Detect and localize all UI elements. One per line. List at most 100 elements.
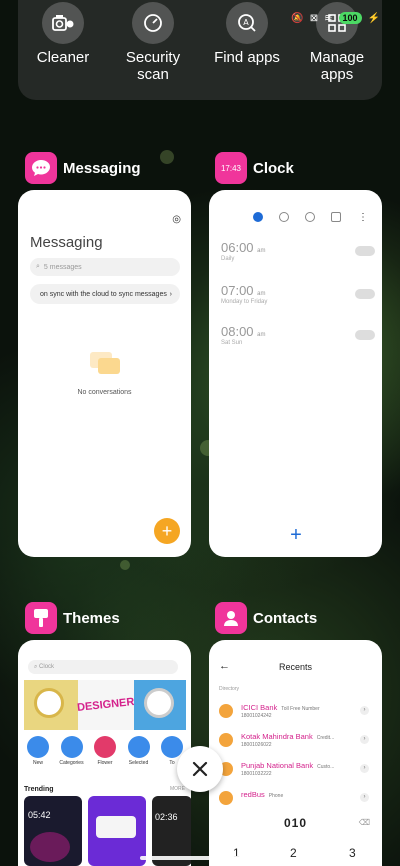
- alarm-suffix: am: [257, 248, 266, 254]
- alarm-toggle[interactable]: [355, 246, 375, 256]
- more-link[interactable]: MORE: [170, 786, 185, 792]
- category-label: Selected: [128, 760, 149, 766]
- contact-row[interactable]: redBus Phone ›: [219, 789, 369, 809]
- messaging-search-input[interactable]: ⌕ 5 messages: [30, 258, 180, 276]
- alarm-time: 08:00: [221, 324, 254, 339]
- contact-number: 18001024242: [241, 713, 272, 719]
- clock-app-header[interactable]: 17:43 Clock: [215, 152, 294, 184]
- close-icon: [192, 761, 208, 777]
- alarm-toggle[interactable]: [355, 330, 375, 340]
- search-icon: ⌕: [36, 263, 40, 270]
- themes-app-card[interactable]: ⌕ Clock DESIGNER New Categories Flower S…: [18, 640, 191, 866]
- messaging-app-name: Messaging: [63, 159, 141, 177]
- world-clock-tab-icon[interactable]: [279, 212, 289, 222]
- banner-clock-left: [24, 680, 78, 730]
- contact-number: 18001032222: [241, 771, 272, 777]
- chevron-right-icon[interactable]: ›: [360, 793, 369, 802]
- contacts-app-header[interactable]: Contacts: [215, 602, 317, 634]
- dial-key[interactable]: 3: [349, 846, 356, 860]
- new-message-button[interactable]: +: [154, 518, 180, 544]
- contact-name: ICICI Bank: [241, 703, 278, 712]
- security-scan-button[interactable]: Security scan: [108, 2, 198, 83]
- timer-tab-icon[interactable]: [331, 212, 341, 222]
- category-selected[interactable]: Selected: [123, 736, 155, 766]
- alarm-repeat: Monday to Friday: [221, 299, 268, 305]
- thumb-time: 02:36: [155, 812, 178, 822]
- find-apps-button[interactable]: A Find apps: [202, 2, 292, 66]
- dial-key[interactable]: 2: [290, 846, 297, 860]
- directory-label: Directory: [219, 686, 240, 692]
- clear-all-button[interactable]: [177, 746, 223, 792]
- cleaner-button[interactable]: Cleaner: [18, 2, 108, 66]
- themes-search-placeholder: Clock: [39, 664, 55, 670]
- alarm-time: 07:00: [221, 283, 254, 298]
- messaging-app-card[interactable]: ◎ Messaging ⌕ 5 messages on sync with th…: [18, 190, 191, 557]
- theme-thumbnail[interactable]: [88, 796, 146, 866]
- alarm-item[interactable]: 08:00 am Sat Sun: [221, 324, 375, 346]
- alarm-item[interactable]: 06:00 am Daily: [221, 240, 375, 262]
- battery-indicator: 100: [338, 12, 362, 24]
- themes-app-header[interactable]: Themes: [25, 602, 120, 634]
- backspace-icon[interactable]: ⌫: [359, 818, 370, 827]
- empty-chat-icon: [89, 352, 120, 374]
- themes-categories: New Categories Flower Selected To: [22, 736, 188, 766]
- themes-banner[interactable]: DESIGNER: [24, 680, 186, 730]
- chevron-right-icon[interactable]: ›: [360, 764, 369, 773]
- theme-thumbnail[interactable]: 05:42: [24, 796, 82, 866]
- contact-row[interactable]: Punjab National Bank Custo... 18001032222…: [219, 760, 369, 780]
- alarm-tab-icon[interactable]: [253, 212, 263, 222]
- alarm-repeat: Sat Sun: [221, 340, 243, 346]
- chevron-right-icon: ›: [169, 290, 172, 298]
- sync-banner[interactable]: on sync with the cloud to sync messages …: [30, 284, 180, 304]
- security-scan-label: Security scan: [125, 49, 181, 83]
- manage-apps-label: Manage apps: [309, 49, 365, 83]
- stopwatch-tab-icon[interactable]: [305, 212, 315, 222]
- category-new[interactable]: New: [22, 736, 54, 766]
- themes-app-name: Themes: [63, 609, 120, 627]
- contact-type: Phone: [268, 793, 284, 799]
- home-indicator[interactable]: [140, 856, 274, 860]
- empty-state-label: No conversations: [77, 389, 132, 396]
- settings-icon[interactable]: ◎: [172, 214, 181, 225]
- banner-designer: DESIGNER: [76, 680, 136, 730]
- clock-tabs: [253, 212, 341, 222]
- banner-text: DESIGNER: [76, 696, 136, 714]
- avatar: [219, 704, 233, 718]
- alarm-suffix: am: [257, 291, 266, 297]
- thumb-time: 05:42: [28, 810, 51, 820]
- category-categories[interactable]: Categories: [56, 736, 88, 766]
- clock-app-icon: 17:43: [215, 152, 247, 184]
- find-apps-icon: A: [226, 2, 268, 44]
- clock-app-card[interactable]: ⋮ 06:00 am Daily 07:00 am Monday to Frid…: [209, 190, 382, 557]
- empty-state: No conversations: [18, 350, 191, 396]
- security-scan-icon: [132, 2, 174, 44]
- contact-type: Toll Free Number: [281, 706, 320, 712]
- messaging-app-header[interactable]: Messaging: [25, 152, 141, 184]
- add-alarm-button[interactable]: +: [283, 522, 309, 548]
- alarm-toggle[interactable]: [355, 289, 375, 299]
- svg-text:A: A: [243, 18, 249, 27]
- contacts-app-card[interactable]: ← Recents Directory ICICI Bank Toll Free …: [209, 640, 382, 866]
- themes-search-input[interactable]: ⌕ Clock: [28, 660, 178, 674]
- dialer-input[interactable]: 010: [209, 816, 382, 830]
- messaging-app-icon: [25, 152, 57, 184]
- mute-icon: 🔕: [291, 12, 304, 24]
- messaging-search-placeholder: 5 messages: [43, 263, 82, 271]
- themes-app-icon: [25, 602, 57, 634]
- more-options-icon[interactable]: ⋮: [358, 212, 368, 223]
- chevron-right-icon[interactable]: ›: [360, 735, 369, 744]
- chevron-right-icon[interactable]: ›: [360, 706, 369, 715]
- alarm-repeat: Daily: [221, 256, 235, 262]
- status-bar: 🔕 ⊠ ≋ 100 ⚡: [291, 12, 380, 24]
- contact-row[interactable]: ICICI Bank Toll Free Number 18001024242 ›: [219, 702, 369, 722]
- category-label: To: [169, 760, 175, 766]
- banner-clock-right: [134, 680, 186, 730]
- wifi-icon: ≋: [324, 12, 333, 24]
- category-flower[interactable]: Flower: [89, 736, 121, 766]
- alarm-item[interactable]: 07:00 am Monday to Friday: [221, 283, 375, 305]
- category-label: Categories: [59, 760, 84, 766]
- contacts-app-icon: [215, 602, 247, 634]
- sync-banner-text: on sync with the cloud to sync messages: [40, 290, 167, 298]
- contact-row[interactable]: Kotak Mahindra Bank Credit... 18001026022…: [219, 731, 369, 751]
- contact-name: Punjab National Bank: [241, 761, 314, 770]
